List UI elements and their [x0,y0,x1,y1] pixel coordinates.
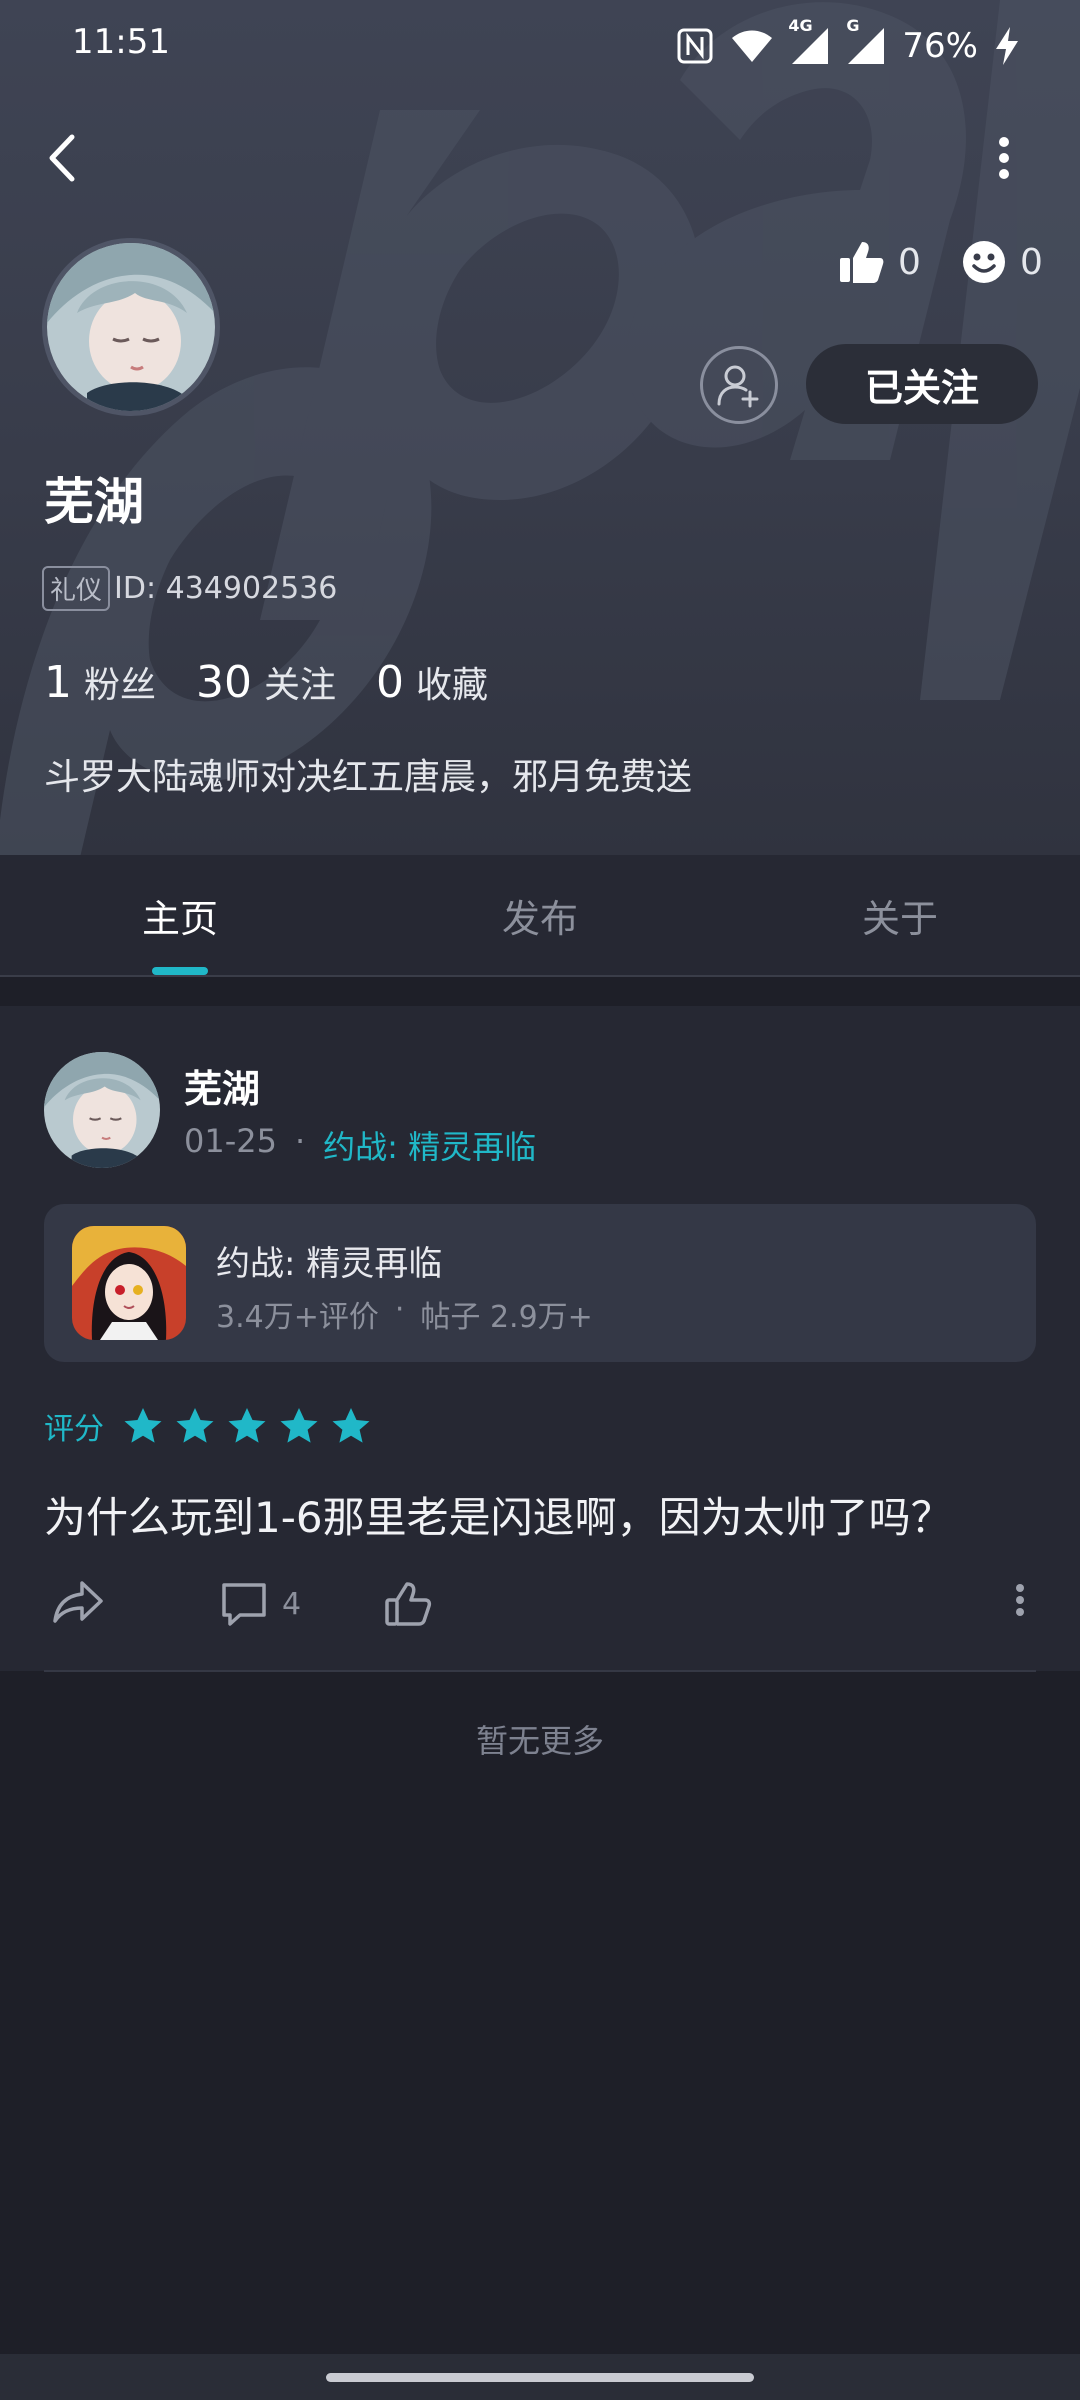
tab-home[interactable]: 主页 [0,855,360,975]
fans-label: 粉丝 [84,665,157,706]
background-watermark [0,0,1080,855]
tab-about-label: 关于 [861,896,938,941]
post-game-link[interactable]: 约战: 精灵再临 [323,1122,536,1168]
thumbs-up-icon [385,1582,432,1626]
likes-stat[interactable]: 0 [838,240,921,284]
post-text[interactable]: 为什么玩到1-6那里老是闪退啊，因为太帅了吗？ [44,1484,953,1545]
game-stats: 3.4万+评价 · 帖子 2.9万+ [216,1292,593,1336]
following-count: 30 [196,657,253,708]
no-more-text: 暂无更多 [475,1722,604,1760]
rating-row: 评分 [44,1404,372,1448]
profile-counts: 1 粉丝 30 关注 0 收藏 [44,656,488,708]
profile-id-row: 礼仪 ID: 434902536 [42,566,337,611]
likes-count: 0 [898,241,921,283]
star-icon [280,1408,318,1443]
game-card[interactable]: 约战: 精灵再临 3.4万+评价 · 帖子 2.9万+ [44,1204,1036,1362]
signal-g-icon: G [846,16,886,66]
more-vertical-icon [1016,1584,1024,1616]
network-label-4g: 4G [788,16,813,35]
thumbs-up-filled-icon [840,242,884,283]
star-icon [228,1408,266,1443]
following-label: 关注 [264,665,337,706]
fans-stat[interactable]: 1 粉丝 [44,656,156,708]
star-icon [332,1408,370,1443]
active-tab-indicator [152,967,208,975]
tab-posts[interactable]: 发布 [360,855,720,975]
post-more-button[interactable] [1014,1580,1026,1620]
post-author-avatar[interactable] [44,1052,160,1168]
user-id: ID: 434902536 [114,571,338,606]
star-icon [124,1408,162,1443]
post-card[interactable]: 芜湖 01-25 · 约战: 精灵再临 约战: 精灵再临 3.4万+评价 · 帖… [0,1006,1080,1671]
game-reviews: 3.4万+评价 [216,1300,379,1335]
profile-header: 11:51 4G G 76% 0 0 已关注 芜湖 礼仪 ID: 4349025… [0,0,1080,855]
post-actions: 4 [44,1580,1036,1640]
charging-icon [996,27,1018,65]
favorites-label: 收藏 [416,665,489,706]
status-time: 11:51 [72,22,170,62]
favorites-count: 0 [376,657,405,708]
add-friend-button[interactable] [700,346,778,424]
game-stats-separator: · [394,1292,405,1327]
rating-stars [122,1406,372,1446]
like-button[interactable] [384,1580,432,1628]
more-menu-button[interactable] [964,118,1044,198]
avatar-illustration-small [44,1052,160,1168]
profile-bio: 斗罗大陆魂师对决红五唐晨，邪月免费送 [44,757,693,798]
post-author-name[interactable]: 芜湖 [184,1058,260,1113]
post-date: 01-25 [184,1122,277,1160]
tab-home-label: 主页 [141,896,218,941]
profile-username: 芜湖 [44,473,144,531]
back-arrow-icon [49,134,75,182]
comment-button[interactable]: 4 [220,1580,301,1628]
status-icons: 4G G 76% [676,16,1020,70]
game-posts: 帖子 2.9万+ [420,1300,593,1335]
add-user-icon [717,365,759,408]
following-stat[interactable]: 30 关注 [196,656,336,708]
smiley-face-icon [963,241,1005,283]
profile-tabs: 主页 发布 关于 [0,855,1080,977]
reactions-count: 0 [1020,241,1043,283]
comment-icon [222,1583,266,1626]
battery-percent: 76% [902,26,978,66]
post-divider [44,1670,1036,1672]
tab-about[interactable]: 关于 [720,855,1080,975]
star-icon [176,1408,214,1443]
back-button[interactable] [22,118,102,198]
signal-4g-icon: 4G [788,16,830,66]
nfc-icon [677,28,713,64]
game-icon [72,1226,186,1340]
fans-count: 1 [44,657,72,708]
post-meta: 01-25 · 约战: 精灵再临 [184,1122,536,1168]
status-bar: 11:51 4G G 76% [0,0,1080,95]
home-indicator[interactable] [326,2373,754,2382]
network-label-g: G [846,16,860,35]
game-name: 约战: 精灵再临 [216,1244,443,1284]
share-icon [53,1581,103,1623]
comment-count: 4 [282,1586,302,1622]
reactions-stat[interactable]: 0 [962,240,1043,284]
wifi-icon [732,30,773,62]
game-character-icon [72,1226,186,1340]
avatar-illustration [47,243,215,411]
favorites-stat[interactable]: 0 收藏 [376,656,488,708]
share-button[interactable] [52,1580,104,1624]
rating-label: 评分 [44,1412,104,1447]
meta-separator: · [294,1122,306,1160]
user-tag: 礼仪 [42,566,111,611]
following-button[interactable]: 已关注 [806,344,1038,424]
tab-posts-label: 发布 [501,896,578,941]
more-vertical-icon [999,137,1009,179]
profile-avatar[interactable] [42,238,220,416]
